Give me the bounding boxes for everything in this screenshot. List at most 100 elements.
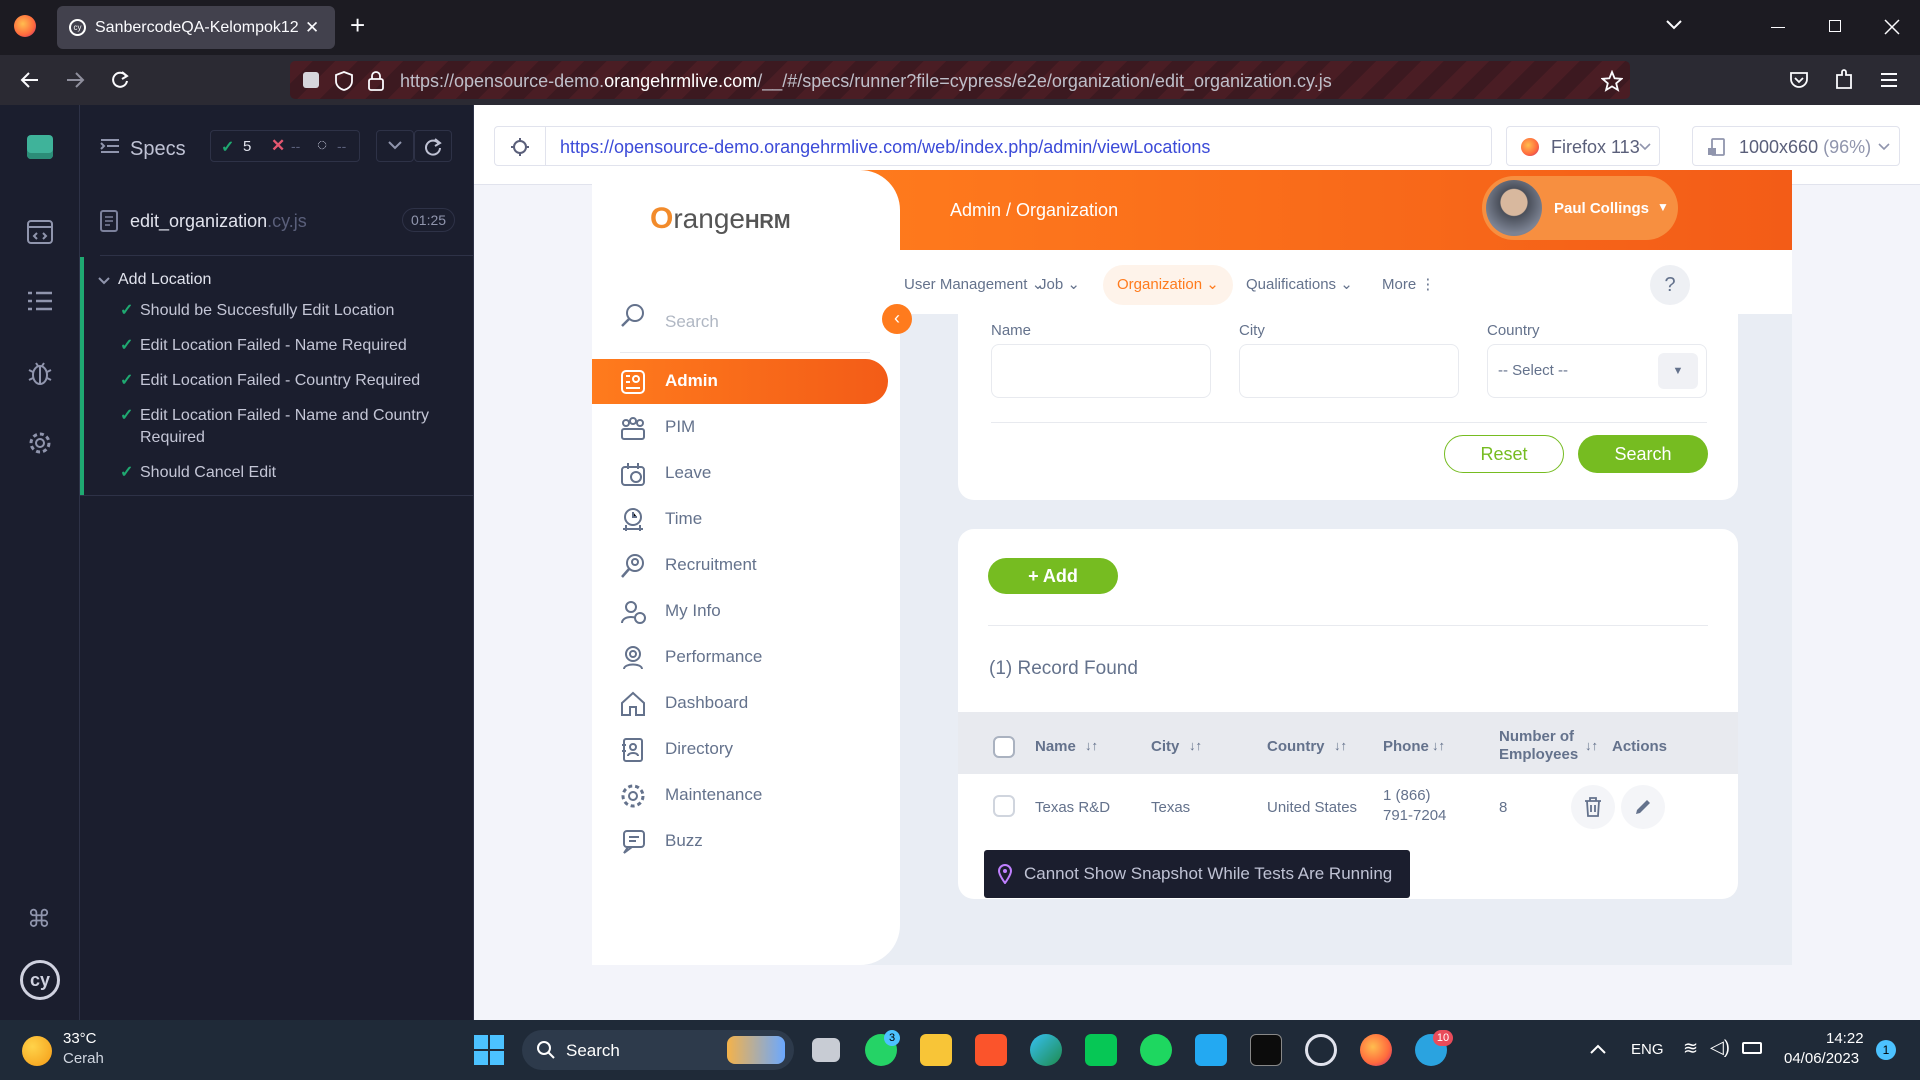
- pocket-icon[interactable]: [1789, 70, 1809, 90]
- project-icon[interactable]: [27, 135, 53, 159]
- edge-icon[interactable]: [1030, 1034, 1062, 1066]
- taskbar-search[interactable]: Search: [522, 1030, 794, 1070]
- keyboard-shortcuts-icon[interactable]: ⌘: [27, 905, 51, 934]
- specs-toggle-icon[interactable]: [100, 138, 120, 154]
- collapse-all-button[interactable]: [376, 130, 414, 162]
- browser-selector[interactable]: Firefox 113: [1506, 126, 1660, 166]
- file-explorer-icon[interactable]: [920, 1034, 952, 1066]
- sidebar-item-maintenance[interactable]: Maintenance: [592, 773, 888, 818]
- line-icon[interactable]: [1085, 1034, 1117, 1066]
- sidebar-item-directory[interactable]: Directory: [592, 727, 888, 772]
- sidebar-item-buzz[interactable]: Buzz: [592, 819, 888, 864]
- sort-icon[interactable]: ↓↑: [1189, 738, 1202, 753]
- lock-icon[interactable]: [368, 71, 384, 91]
- topnav-job[interactable]: Job ⌄: [1025, 265, 1094, 305]
- sidebar-item-recruitment[interactable]: Recruitment: [592, 543, 888, 588]
- sidebar-item-myinfo[interactable]: My Info: [592, 589, 888, 634]
- topnav-qualifications[interactable]: Qualifications ⌄: [1232, 265, 1367, 305]
- specs-label[interactable]: Specs: [130, 138, 186, 161]
- extensions-icon[interactable]: [1834, 69, 1854, 91]
- search-button[interactable]: Search: [1578, 435, 1708, 473]
- header-employees[interactable]: Number of Employees: [1499, 728, 1579, 764]
- wifi-icon[interactable]: ≋: [1683, 1038, 1698, 1059]
- weather-condition[interactable]: Cerah: [63, 1050, 104, 1067]
- notification-badge[interactable]: 1: [1876, 1040, 1896, 1060]
- name-input[interactable]: [991, 344, 1211, 398]
- runs-icon[interactable]: [27, 220, 53, 244]
- sort-icon[interactable]: ↓↑: [1334, 738, 1347, 753]
- reset-button[interactable]: Reset: [1444, 435, 1564, 473]
- header-city[interactable]: City: [1151, 738, 1179, 755]
- header-name[interactable]: Name: [1035, 738, 1076, 755]
- table-row[interactable]: Texas R&D Texas United States 1 (866) 79…: [966, 779, 1730, 835]
- clock-date[interactable]: 04/06/2023: [1784, 1050, 1859, 1067]
- battery-icon[interactable]: [1742, 1042, 1762, 1054]
- browser-tab[interactable]: cy SanbercodeQA-Kelompok12 ✕: [57, 6, 335, 49]
- weather-temperature[interactable]: 33°C: [63, 1030, 97, 1047]
- edit-button[interactable]: [1621, 785, 1665, 829]
- chevron-down-icon[interactable]: [98, 277, 110, 285]
- language-indicator[interactable]: ENG: [1631, 1041, 1664, 1058]
- firefox-menu-icon[interactable]: [14, 15, 36, 37]
- rerun-button[interactable]: [414, 130, 452, 162]
- sidebar-item-performance[interactable]: Performance: [592, 635, 888, 680]
- sidebar-item-admin[interactable]: Admin: [592, 359, 888, 404]
- restore-icon[interactable]: [1829, 20, 1841, 32]
- row-checkbox[interactable]: [993, 795, 1015, 817]
- sidebar-item-leave[interactable]: Leave: [592, 451, 888, 496]
- vscode-icon[interactable]: [1195, 1034, 1227, 1066]
- close-tab-icon[interactable]: ✕: [305, 18, 319, 38]
- user-dropdown[interactable]: Paul Collings ▼: [1482, 176, 1678, 240]
- bookmark-star-icon[interactable]: [1601, 70, 1623, 92]
- sidebar-item-pim[interactable]: PIM: [592, 405, 888, 450]
- forward-icon[interactable]: [65, 70, 85, 90]
- app-menu-icon[interactable]: [1880, 72, 1898, 88]
- settings-gear-icon[interactable]: [27, 430, 53, 456]
- list-tabs-icon[interactable]: [1665, 19, 1683, 31]
- task-view-icon[interactable]: [812, 1038, 840, 1062]
- specs-list-icon[interactable]: [27, 290, 53, 312]
- reload-icon[interactable]: [110, 70, 130, 90]
- new-tab-button[interactable]: +: [350, 10, 365, 41]
- sidebar-item-dashboard[interactable]: Dashboard: [592, 681, 888, 726]
- test-item[interactable]: ✓ Edit Location Failed - Country Required: [120, 370, 420, 392]
- country-select[interactable]: -- Select -- ▼: [1487, 344, 1707, 398]
- back-icon[interactable]: [20, 70, 40, 90]
- sort-icon[interactable]: ↓↑: [1432, 738, 1445, 753]
- topnav-organization[interactable]: Organization ⌄: [1103, 265, 1233, 305]
- test-item[interactable]: ✓ Edit Location Failed - Name Required: [120, 335, 407, 357]
- firefox-taskbar-icon[interactable]: [1360, 1034, 1392, 1066]
- select-all-checkbox[interactable]: [993, 736, 1015, 758]
- test-item[interactable]: ✓ Edit Location Failed - Name and Country…: [120, 405, 440, 449]
- sort-icon[interactable]: ↓↑: [1085, 738, 1098, 753]
- shield-icon[interactable]: [335, 71, 353, 91]
- delete-button[interactable]: [1571, 785, 1615, 829]
- topnav-more[interactable]: More ⋮: [1368, 265, 1449, 305]
- city-input[interactable]: [1239, 344, 1459, 398]
- weather-sun-icon[interactable]: [22, 1036, 52, 1066]
- sidebar-search-input[interactable]: Search: [665, 312, 719, 332]
- test-item[interactable]: ✓ Should be Succesfully Edit Location: [120, 300, 394, 322]
- brave-icon[interactable]: [975, 1034, 1007, 1066]
- close-window-icon[interactable]: [1884, 19, 1900, 35]
- debug-bug-icon[interactable]: [27, 360, 53, 386]
- chevron-up-icon[interactable]: [1590, 1044, 1606, 1054]
- viewport-selector[interactable]: 1000x660 (96%): [1692, 126, 1900, 166]
- header-phone[interactable]: Phone: [1383, 738, 1429, 755]
- address-bar[interactable]: https://opensource-demo.orangehrmlive.co…: [290, 61, 1630, 99]
- volume-icon[interactable]: ◁): [1710, 1037, 1730, 1058]
- header-country[interactable]: Country: [1267, 738, 1325, 755]
- minimize-icon[interactable]: [1771, 27, 1785, 28]
- add-button[interactable]: + Add: [988, 558, 1118, 594]
- sort-icon[interactable]: ↓↑: [1585, 738, 1598, 753]
- cypress-app-icon[interactable]: [1305, 1034, 1337, 1066]
- spotify-icon[interactable]: [1140, 1034, 1172, 1066]
- windows-start-icon[interactable]: [474, 1035, 504, 1065]
- sidebar-item-time[interactable]: Time: [592, 497, 888, 542]
- selector-playground-button[interactable]: [494, 126, 546, 166]
- aut-url-bar[interactable]: https://opensource-demo.orangehrmlive.co…: [545, 126, 1492, 166]
- sidebar-collapse-button[interactable]: ‹: [882, 304, 912, 334]
- terminal-icon[interactable]: [1250, 1034, 1282, 1066]
- clock-time[interactable]: 14:22: [1826, 1030, 1864, 1047]
- suite-title[interactable]: Add Location: [118, 271, 211, 289]
